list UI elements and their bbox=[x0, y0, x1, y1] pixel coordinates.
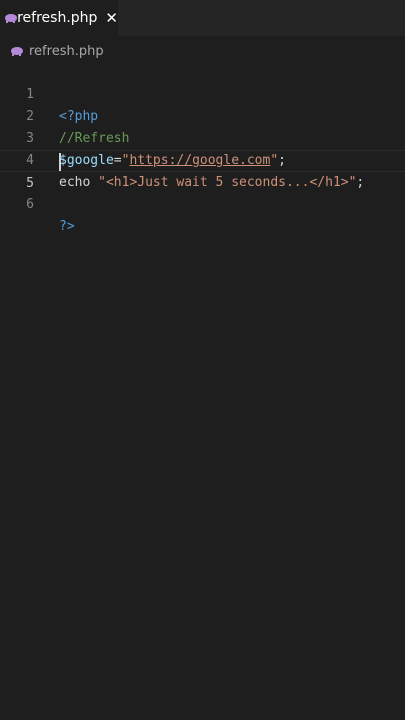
breadcrumb[interactable]: refresh.php bbox=[0, 40, 104, 62]
code-line-3[interactable]: 3 $google="https://google.com"; bbox=[0, 106, 405, 168]
code-line-4[interactable]: 4 echo "<h1>Just wait 5 seconds...</h1>"… bbox=[0, 128, 405, 190]
breadcrumb-filename: refresh.php bbox=[29, 43, 104, 59]
tab-refresh-php[interactable]: refresh.php ✕ bbox=[0, 0, 118, 36]
tab-label: refresh.php bbox=[17, 10, 98, 26]
line-number: 6 bbox=[26, 197, 34, 212]
tab-bar: refresh.php ✕ bbox=[0, 0, 405, 36]
code-line-5[interactable]: 5 bbox=[0, 150, 405, 191]
php-elephant-icon bbox=[4, 13, 17, 23]
php-elephant-icon bbox=[10, 46, 24, 56]
code-line-6[interactable]: 6 ?> bbox=[0, 172, 405, 234]
close-icon[interactable]: ✕ bbox=[105, 9, 118, 27]
code-line-2[interactable]: 2 //Refresh bbox=[0, 84, 405, 146]
code-line-1[interactable]: 1 <?php bbox=[0, 62, 405, 124]
text-cursor bbox=[59, 153, 61, 171]
php-close-tag: ?> bbox=[59, 219, 75, 234]
code-editor[interactable]: 1 <?php 2 //Refresh 3 $google="https://g… bbox=[0, 62, 405, 720]
